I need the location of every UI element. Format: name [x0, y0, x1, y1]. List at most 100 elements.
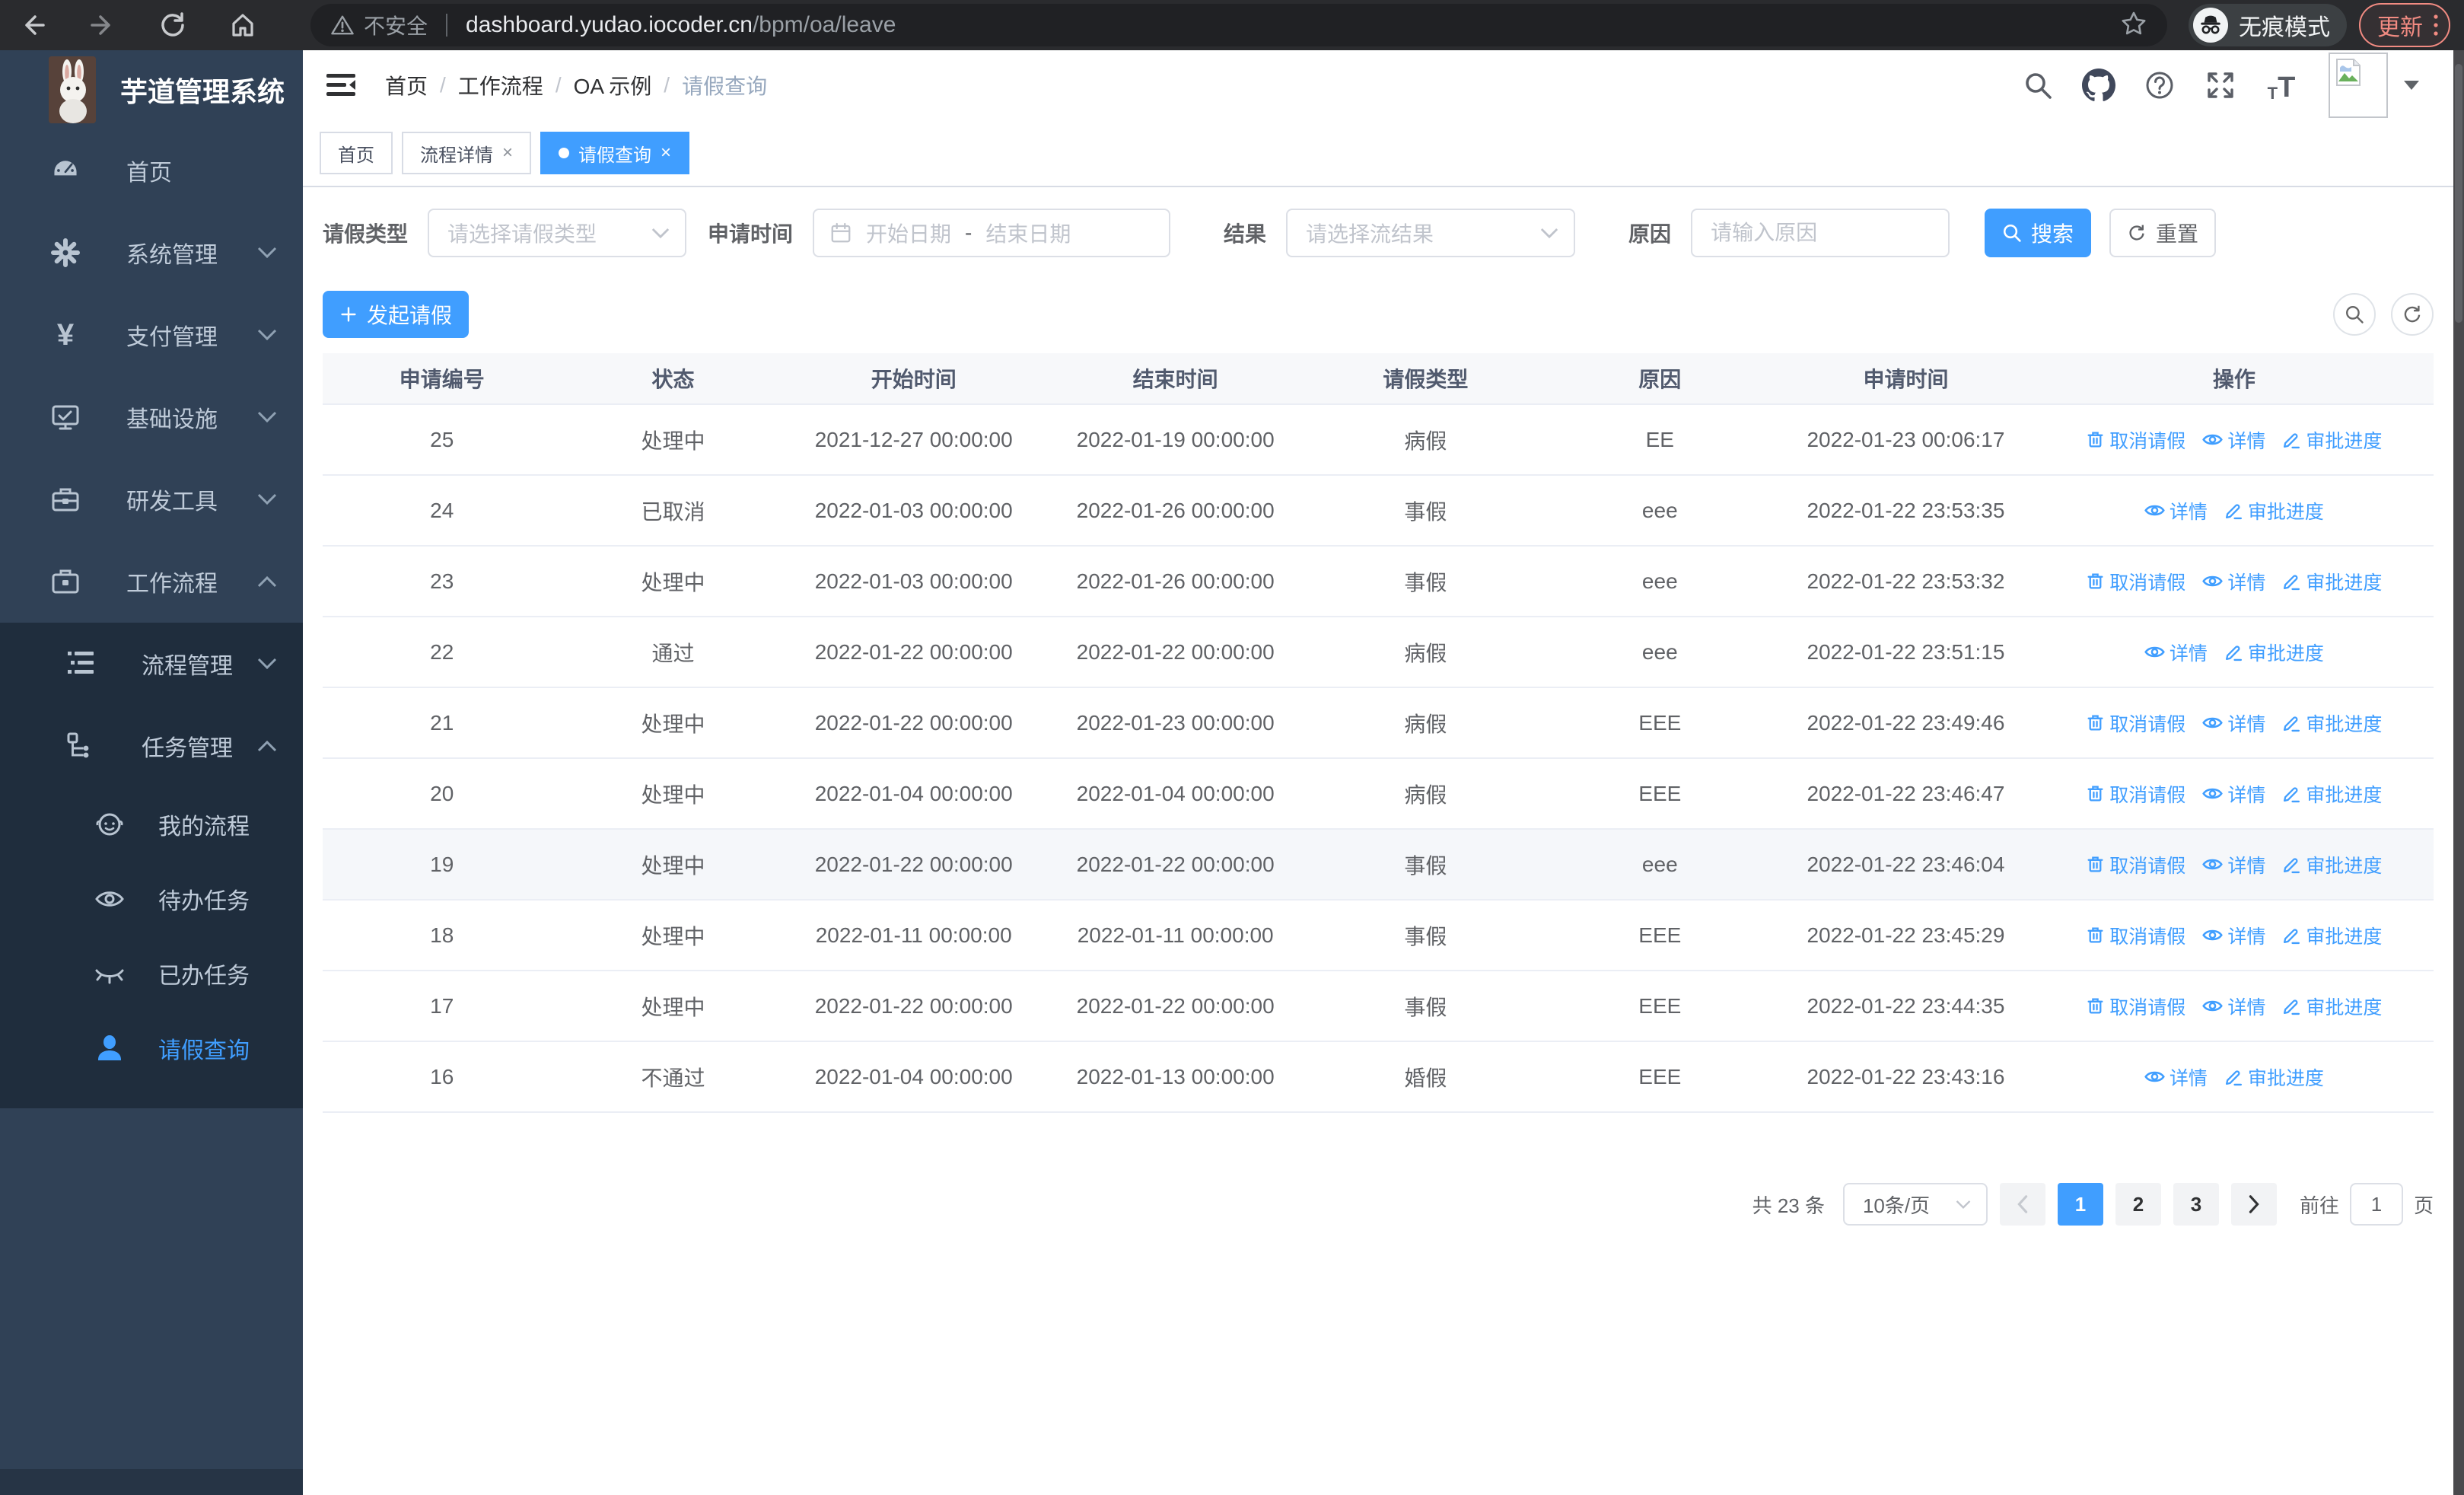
chevron-down-icon — [651, 228, 670, 239]
action-cancel-link[interactable]: 取消请假 — [2086, 709, 2185, 737]
sidebar-item-my-process[interactable]: 我的流程 — [0, 787, 303, 862]
action-progress-link[interactable]: 审批进度 — [2282, 426, 2382, 454]
column-header: 开始时间 — [785, 353, 1043, 405]
action-progress-link[interactable]: 审批进度 — [2282, 851, 2382, 878]
action-detail-link[interactable]: 详情 — [2202, 709, 2265, 737]
cell-start: 2022-01-04 00:00:00 — [785, 1041, 1043, 1113]
breadcrumb-item-1[interactable]: 工作流程 — [458, 70, 543, 100]
scrollbar-thumb[interactable] — [2455, 64, 2462, 323]
sidebar-item-home[interactable]: 首页 — [0, 129, 303, 212]
goto-page-input[interactable] — [2349, 1183, 2403, 1226]
cell-end: 2022-01-19 00:00:00 — [1042, 404, 1309, 476]
browser-home-button[interactable] — [222, 5, 263, 46]
pen-icon — [2224, 1067, 2243, 1086]
action-cancel-link[interactable]: 取消请假 — [2086, 922, 2185, 949]
eye-sm-icon — [2202, 925, 2224, 945]
action-detail-link[interactable]: 详情 — [2144, 497, 2208, 524]
action-progress-link[interactable]: 审批进度 — [2282, 780, 2382, 808]
action-detail-link[interactable]: 详情 — [2202, 780, 2265, 808]
browser-forward-button[interactable] — [82, 5, 123, 46]
sidebar-item-payment[interactable]: ¥ 支付管理 — [0, 294, 303, 376]
bookmark-star-icon[interactable] — [2120, 10, 2147, 41]
sidebar-item-system[interactable]: 系统管理 — [0, 212, 303, 294]
app-logo-row[interactable]: 芋道管理系统 — [0, 50, 303, 129]
tab-home[interactable]: 首页 — [320, 132, 393, 174]
avatar[interactable] — [2329, 53, 2388, 118]
action-cancel-link[interactable]: 取消请假 — [2086, 780, 2185, 808]
create-leave-button[interactable]: 发起请假 — [323, 291, 469, 338]
action-progress-link[interactable]: 审批进度 — [2282, 568, 2382, 595]
close-icon[interactable]: × — [661, 144, 671, 162]
cell-status: 处理中 — [561, 546, 785, 617]
page-button-1[interactable]: 1 — [2057, 1183, 2103, 1226]
tab-leave-query[interactable]: 请假查询 × — [540, 132, 690, 174]
sidebar-item-devtools[interactable]: 研发工具 — [0, 458, 303, 540]
action-progress-link[interactable]: 审批进度 — [2224, 497, 2324, 524]
table-row: 22 通过 2022-01-22 00:00:00 2022-01-22 00:00:… — [323, 617, 2434, 688]
next-page-button[interactable] — [2230, 1183, 2277, 1226]
breadcrumb-item-0[interactable]: 首页 — [385, 70, 428, 100]
more-menu-icon[interactable] — [2432, 11, 2440, 39]
page-size-select[interactable]: 10条/页 — [1842, 1183, 1988, 1226]
browser-back-button[interactable] — [12, 5, 53, 46]
cell-id: 24 — [323, 475, 562, 547]
refresh-table-button[interactable] — [2391, 293, 2434, 336]
sidebar: 芋道管理系统 首页 系统管理 ¥ 支付管理 基础设施 研发工具 工作流程 流程管理 任务管理 我的… — [0, 50, 303, 1495]
apply-time-range-picker[interactable]: 开始日期 - 结束日期 — [813, 209, 1171, 257]
sidebar-item-leave-query[interactable]: 请假查询 — [0, 1011, 303, 1085]
leave-type-select[interactable]: 请选择请假类型 — [428, 209, 687, 257]
font-size-icon[interactable]: TT — [2265, 69, 2298, 102]
show-search-button[interactable] — [2333, 293, 2376, 336]
eye-sm-icon — [2202, 996, 2224, 1016]
caret-down-icon[interactable] — [2403, 80, 2420, 91]
action-cancel-link[interactable]: 取消请假 — [2086, 851, 2185, 878]
action-progress-link[interactable]: 审批进度 — [2224, 1063, 2324, 1091]
action-detail-link[interactable]: 详情 — [2144, 639, 2208, 666]
help-icon[interactable] — [2143, 69, 2176, 102]
sidebar-item-workflow[interactable]: 工作流程 — [0, 540, 303, 623]
security-warning[interactable]: 不安全 — [330, 10, 428, 40]
action-progress-link[interactable]: 审批进度 — [2282, 709, 2382, 737]
action-detail-link[interactable]: 详情 — [2202, 426, 2265, 454]
action-cancel-link[interactable]: 取消请假 — [2086, 993, 2185, 1020]
action-progress-link[interactable]: 审批进度 — [2282, 993, 2382, 1020]
cell-type: 事假 — [1308, 900, 1543, 971]
action-detail-link[interactable]: 详情 — [2202, 922, 2265, 949]
result-select[interactable]: 请选择流结果 — [1286, 209, 1576, 257]
breadcrumb-item-2[interactable]: OA 示例 — [574, 70, 652, 100]
page-button-3[interactable]: 3 — [2173, 1183, 2219, 1226]
action-detail-link[interactable]: 详情 — [2144, 1063, 2208, 1091]
action-progress-link[interactable]: 审批进度 — [2282, 922, 2382, 949]
sidebar-item-process-mgmt[interactable]: 流程管理 — [0, 623, 303, 705]
action-detail-link[interactable]: 详情 — [2202, 851, 2265, 878]
hamburger-icon[interactable] — [324, 69, 358, 102]
search-button[interactable]: 搜索 — [1985, 209, 2092, 257]
page-button-2[interactable]: 2 — [2115, 1183, 2161, 1226]
sidebar-item-todo-tasks[interactable]: 待办任务 — [0, 862, 303, 936]
sidebar-item-task-mgmt[interactable]: 任务管理 — [0, 705, 303, 787]
filter-form: 请假类型 请选择请假类型 申请时间 开始日期 - 结束日期 结果 请选择流结果 … — [323, 209, 2434, 257]
reset-button[interactable]: 重置 — [2109, 209, 2217, 257]
github-icon[interactable] — [2082, 69, 2115, 102]
action-detail-link[interactable]: 详情 — [2202, 993, 2265, 1020]
address-bar[interactable]: 不安全 dashboard.yudao.iocoder.cn/bpm/oa/le… — [310, 4, 2167, 46]
prev-page-button[interactable] — [1999, 1183, 2045, 1226]
sidebar-collapse-bar[interactable] — [0, 1469, 303, 1495]
tab-process-detail[interactable]: 流程详情 × — [402, 132, 532, 174]
sidebar-item-infra[interactable]: 基础设施 — [0, 376, 303, 458]
action-detail-link[interactable]: 详情 — [2202, 568, 2265, 595]
sidebar-item-done-tasks[interactable]: 已办任务 — [0, 936, 303, 1011]
reason-input[interactable] — [1691, 209, 1950, 257]
browser-update-button[interactable]: 更新 — [2359, 3, 2450, 47]
fullscreen-icon[interactable] — [2204, 69, 2237, 102]
search-icon[interactable] — [2021, 69, 2055, 102]
page-scrollbar[interactable] — [2453, 50, 2464, 1495]
browser-chrome: 不安全 dashboard.yudao.iocoder.cn/bpm/oa/le… — [0, 0, 2464, 50]
action-cancel-link[interactable]: 取消请假 — [2086, 568, 2185, 595]
browser-reload-button[interactable] — [152, 5, 193, 46]
action-cancel-link[interactable]: 取消请假 — [2086, 426, 2185, 454]
logo-image — [49, 56, 96, 123]
close-icon[interactable]: × — [502, 144, 513, 162]
action-progress-link[interactable]: 审批进度 — [2224, 639, 2324, 666]
cell-actions: 详情 审批进度 — [2034, 617, 2434, 688]
